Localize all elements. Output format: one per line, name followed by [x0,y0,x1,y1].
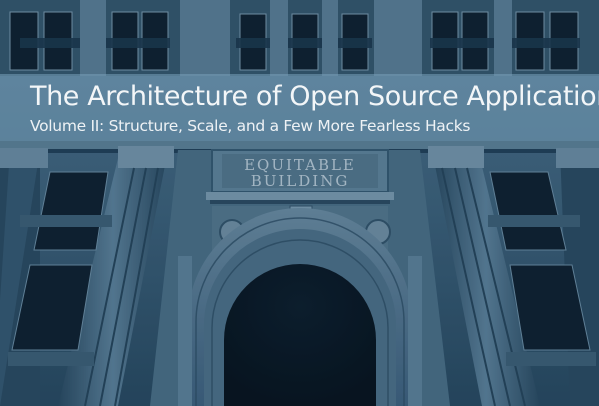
book-subtitle: Volume II: Structure, Scale, and a Few M… [30,117,471,135]
book-cover: EQUITABLE BUILDING The Architecture of O… [0,0,599,406]
building-facade-photo: EQUITABLE BUILDING [0,0,599,406]
book-title: The Architecture of Open Source Applicat… [30,81,599,112]
